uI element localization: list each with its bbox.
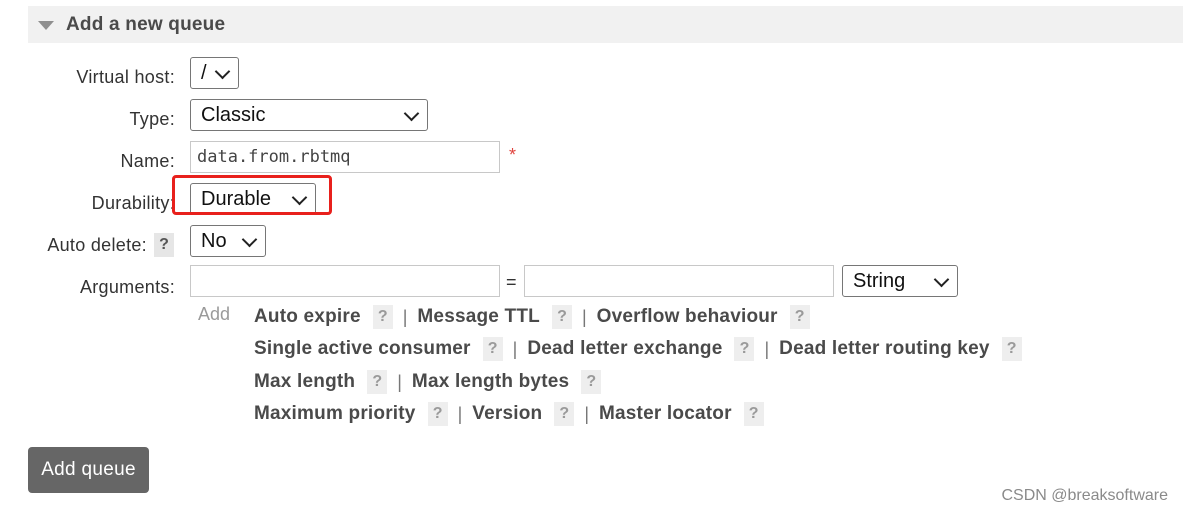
master-locator-link[interactable]: Master locator — [599, 403, 732, 425]
dead-letter-exchange-help-icon[interactable]: ? — [734, 337, 755, 361]
separator: | — [584, 403, 589, 424]
separator: | — [764, 338, 770, 359]
overflow-behaviour-help-icon[interactable]: ? — [789, 305, 810, 329]
name-label: Name: — [120, 151, 175, 171]
argument-type-select[interactable]: String — [842, 265, 958, 297]
max-length-link[interactable]: Max length — [254, 371, 355, 393]
master-locator-help-icon[interactable]: ? — [743, 402, 764, 426]
separator: | — [512, 338, 518, 359]
durability-label: Durability: — [91, 193, 175, 213]
equals-sign: = — [506, 272, 517, 292]
overflow-behaviour-link[interactable]: Overflow behaviour — [597, 306, 778, 328]
auto-delete-value: No — [201, 229, 227, 252]
chevron-down-icon — [403, 105, 420, 122]
argument-value-input[interactable] — [524, 265, 834, 297]
max-length-bytes-help-icon[interactable]: ? — [581, 370, 602, 394]
maximum-priority-help-icon[interactable]: ? — [427, 402, 448, 426]
highlight-box — [172, 175, 332, 215]
type-value: Classic — [201, 103, 266, 126]
auto-expire-help-icon[interactable]: ? — [372, 305, 393, 329]
auto-delete-help-icon[interactable]: ? — [154, 233, 174, 257]
dead-letter-routing-key-help-icon[interactable]: ? — [1001, 337, 1022, 361]
chevron-down-icon — [933, 271, 950, 288]
message-ttl-help-icon[interactable]: ? — [551, 305, 572, 329]
argument-links-row-4: Maximum priority ? | Version ? | Master … — [254, 401, 764, 427]
version-link[interactable]: Version — [472, 403, 542, 425]
name-input-value: data.from.rbtmq — [197, 147, 351, 167]
add-argument-link[interactable]: Add — [198, 304, 230, 325]
virtual-host-select[interactable]: / — [190, 57, 239, 89]
single-active-consumer-help-icon[interactable]: ? — [482, 337, 503, 361]
separator: | — [397, 371, 402, 392]
watermark: CSDN @breaksoftware — [1001, 487, 1168, 504]
argument-type-value: String — [853, 269, 906, 292]
single-active-consumer-link[interactable]: Single active consumer — [254, 338, 471, 360]
chevron-down-icon — [241, 231, 258, 248]
arguments-label: Arguments: — [79, 277, 175, 297]
maximum-priority-link[interactable]: Maximum priority — [254, 403, 416, 425]
type-label: Type: — [129, 109, 175, 129]
auto-delete-select[interactable]: No — [190, 225, 266, 257]
virtual-host-value: / — [201, 61, 207, 84]
argument-links-row-3: Max length ? | Max length bytes ? — [254, 369, 602, 395]
auto-delete-label: Auto delete: — [47, 235, 147, 255]
section-title: Add a new queue — [66, 13, 226, 35]
separator: | — [581, 306, 587, 327]
argument-links-row-2: Single active consumer ? | Dead letter e… — [254, 336, 1022, 362]
type-select[interactable]: Classic — [190, 99, 428, 131]
argument-key-input[interactable] — [190, 265, 500, 297]
section-header[interactable]: Add a new queue — [28, 6, 1183, 43]
required-asterisk: * — [509, 145, 517, 165]
separator: | — [402, 306, 408, 327]
dead-letter-exchange-link[interactable]: Dead letter exchange — [527, 338, 722, 360]
max-length-help-icon[interactable]: ? — [367, 370, 388, 394]
auto-expire-link[interactable]: Auto expire — [254, 306, 361, 328]
chevron-down-icon — [214, 63, 231, 80]
virtual-host-label: Virtual host: — [76, 67, 175, 87]
separator: | — [457, 403, 463, 424]
version-help-icon[interactable]: ? — [554, 402, 575, 426]
name-input[interactable]: data.from.rbtmq — [190, 141, 500, 173]
dead-letter-routing-key-link[interactable]: Dead letter routing key — [779, 338, 989, 360]
message-ttl-link[interactable]: Message TTL — [417, 306, 540, 328]
argument-links-row-1: Auto expire ? | Message TTL ? | Overflow… — [254, 304, 810, 330]
max-length-bytes-link[interactable]: Max length bytes — [412, 371, 569, 393]
add-queue-button[interactable]: Add queue — [28, 447, 149, 493]
collapse-triangle-icon[interactable] — [38, 21, 54, 30]
